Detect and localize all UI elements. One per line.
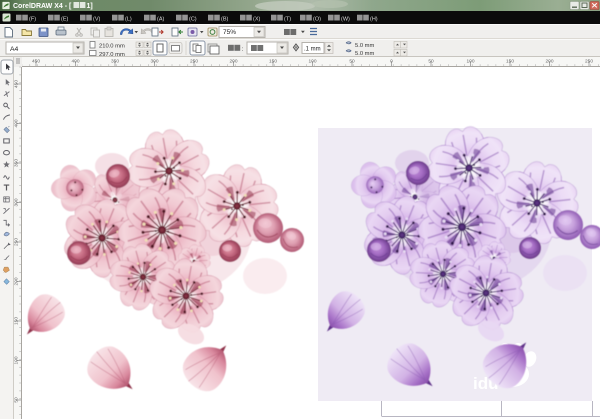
svg-text:250: 250 xyxy=(190,59,198,65)
svg-text:50: 50 xyxy=(14,397,20,403)
svg-text:250: 250 xyxy=(14,238,20,246)
svg-text:200: 200 xyxy=(545,59,553,65)
svg-text:400: 400 xyxy=(14,119,20,127)
svg-text:(A): (A) xyxy=(157,16,165,22)
svg-text:5.0 mm: 5.0 mm xyxy=(355,43,374,49)
svg-text:400: 400 xyxy=(71,59,79,65)
svg-text:250: 250 xyxy=(585,59,593,65)
svg-text:(C): (C) xyxy=(189,16,197,22)
svg-text:(T): (T) xyxy=(284,16,291,22)
svg-text:300: 300 xyxy=(150,59,158,65)
svg-text:1]: 1] xyxy=(87,3,93,10)
svg-text:150: 150 xyxy=(506,59,514,65)
svg-text:5.0 mm: 5.0 mm xyxy=(355,51,374,57)
svg-text:350: 350 xyxy=(111,59,119,65)
svg-text:100: 100 xyxy=(14,356,20,364)
svg-text:450: 450 xyxy=(14,80,20,88)
svg-text:297.0 mm: 297.0 mm xyxy=(99,52,125,58)
svg-text:CorelDRAW X4 - [: CorelDRAW X4 - [ xyxy=(13,3,72,10)
svg-text:150: 150 xyxy=(14,317,20,325)
svg-text:0: 0 xyxy=(390,59,393,65)
svg-text:(H): (H) xyxy=(370,16,378,22)
svg-text:(X): (X) xyxy=(253,16,261,22)
svg-text:300: 300 xyxy=(14,198,20,206)
svg-text:200: 200 xyxy=(14,277,20,285)
svg-text:350: 350 xyxy=(14,159,20,167)
svg-text:200: 200 xyxy=(229,59,237,65)
svg-text:150: 150 xyxy=(269,59,277,65)
svg-text:100: 100 xyxy=(466,59,474,65)
svg-text:A4: A4 xyxy=(10,46,19,53)
svg-text:(O): (O) xyxy=(313,16,321,22)
svg-text:75%: 75% xyxy=(223,29,236,36)
svg-text:(F): (F) xyxy=(29,16,36,22)
svg-text:100: 100 xyxy=(308,59,316,65)
svg-text:50: 50 xyxy=(428,59,434,65)
svg-text:(E): (E) xyxy=(61,16,69,22)
svg-text:(L): (L) xyxy=(125,16,132,22)
svg-text:.1 mm: .1 mm xyxy=(304,47,321,53)
svg-text:450: 450 xyxy=(32,59,40,65)
svg-text:(V): (V) xyxy=(93,16,101,22)
svg-text:210.0 mm: 210.0 mm xyxy=(99,44,125,50)
svg-text:(W): (W) xyxy=(341,16,350,22)
svg-text:50: 50 xyxy=(349,59,355,65)
svg-text:(B): (B) xyxy=(221,16,229,22)
